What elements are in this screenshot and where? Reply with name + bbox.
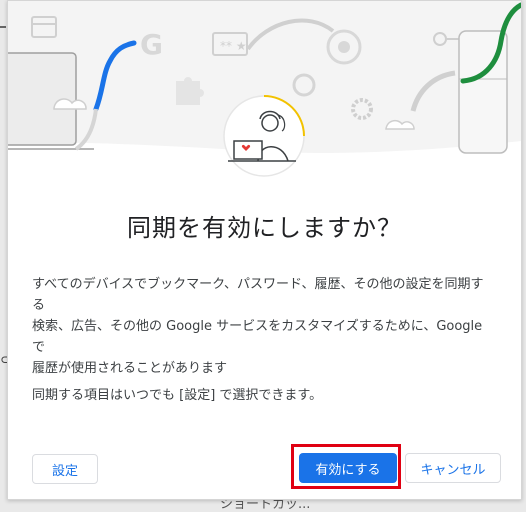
cancel-button[interactable]: キャンセル: [405, 453, 501, 483]
description-line: る: [32, 298, 46, 313]
sync-dialog: G ** ★ 同期を有効にしますか？ すべてのデバイスでブックマーク、パスワード…: [7, 0, 522, 500]
enable-sync-button[interactable]: 有効にする: [299, 453, 397, 483]
user-avatar-icon: [223, 95, 305, 177]
dialog-description: すべてのデバイスでブックマーク、パスワード、履歴、その他の設定を同期す る 検索…: [32, 274, 497, 379]
cloud-icon: [53, 98, 87, 110]
description-line: すべてのデバイスでブックマーク、パスワード、履歴、その他の設定を同期す: [32, 277, 484, 292]
sync-illustration: G ** ★: [8, 1, 521, 181]
dialog-title: 同期を有効にしますか？: [127, 214, 402, 242]
dialog-note: 同期する項目はいつでも [設定] で選択できます。: [32, 388, 323, 403]
description-line: 検索、広告、その他の Google サービスをカスタマイズするために、Googl…: [32, 319, 483, 355]
settings-button[interactable]: 設定: [32, 454, 98, 484]
google-g-icon: G: [140, 28, 163, 61]
svg-text:** ★: ** ★: [220, 39, 247, 53]
description-line: 履歴が使用されることがあります: [32, 361, 228, 376]
background-window-mark: [0, 26, 6, 28]
puzzle-icon: [176, 77, 204, 105]
